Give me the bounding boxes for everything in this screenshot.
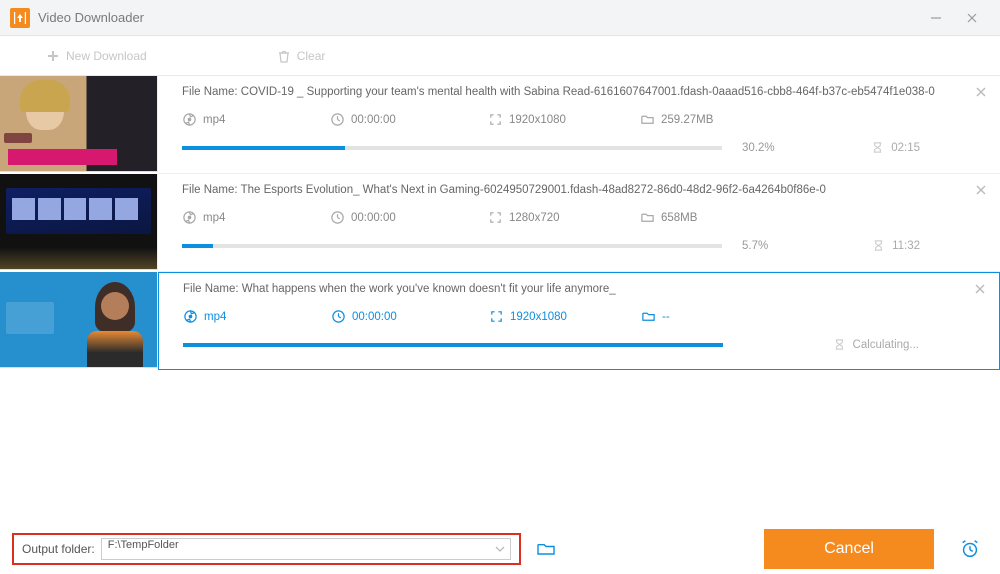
alarm-button[interactable] xyxy=(952,531,988,567)
filesize-meta: -- xyxy=(641,309,791,324)
percent-label: 5.7% xyxy=(742,240,792,252)
meta-row: mp4 00:00:00 1280x720 658MB xyxy=(182,210,980,225)
eta-meta: Calculating... xyxy=(833,338,919,351)
close-button[interactable] xyxy=(954,6,990,30)
new-download-button[interactable]: New Download xyxy=(46,49,147,63)
browse-folder-button[interactable] xyxy=(535,538,557,560)
meta-row: mp4 00:00:00 1920x1080 259.27MB xyxy=(182,112,980,127)
format-meta: mp4 xyxy=(183,309,323,324)
filesize-meta: 658MB xyxy=(640,210,790,225)
clear-button[interactable]: Clear xyxy=(277,49,326,63)
filename-label: File Name: What happens when the work yo… xyxy=(183,283,979,295)
progress-bar xyxy=(182,146,722,150)
thumbnail xyxy=(0,174,158,270)
format-meta: mp4 xyxy=(182,112,322,127)
progress-fill xyxy=(182,146,345,150)
resolution-meta: 1920x1080 xyxy=(489,309,633,324)
resolution-meta: 1280x720 xyxy=(488,210,632,225)
filename-label: File Name: The Esports Evolution_ What's… xyxy=(182,184,980,196)
bottom-bar: Output folder: F:\TempFolder Cancel xyxy=(0,524,1000,574)
duration-meta: 00:00:00 xyxy=(331,309,481,324)
download-item-body: File Name: What happens when the work yo… xyxy=(158,272,1000,370)
thumbnail xyxy=(0,272,158,368)
filesize-meta: 259.27MB xyxy=(640,112,790,127)
progress-row: Calculating... xyxy=(183,338,979,351)
output-folder-box: Output folder: F:\TempFolder xyxy=(12,533,521,565)
cancel-button[interactable]: Cancel xyxy=(764,529,934,569)
progress-row: 30.2% 02:15 xyxy=(182,141,980,154)
minimize-button[interactable] xyxy=(918,6,954,30)
titlebar: Video Downloader xyxy=(0,0,1000,36)
download-item-body: File Name: COVID-19 _ Supporting your te… xyxy=(158,76,1000,174)
thumbnail xyxy=(0,76,158,172)
app-title: Video Downloader xyxy=(38,10,144,25)
remove-item-button[interactable] xyxy=(975,283,985,297)
remove-item-button[interactable] xyxy=(976,86,986,100)
download-item-body: File Name: The Esports Evolution_ What's… xyxy=(158,174,1000,272)
format-meta: mp4 xyxy=(182,210,322,225)
eta-meta: 11:32 xyxy=(872,239,920,252)
toolbar: New Download Clear xyxy=(0,36,1000,76)
progress-fill xyxy=(183,343,723,347)
download-item[interactable]: File Name: COVID-19 _ Supporting your te… xyxy=(0,76,1000,174)
dropdown-arrow-icon xyxy=(492,541,508,557)
remove-item-button[interactable] xyxy=(976,184,986,198)
eta-meta: 02:15 xyxy=(871,141,920,154)
resolution-meta: 1920x1080 xyxy=(488,112,632,127)
clear-label: Clear xyxy=(297,49,326,63)
output-folder-input[interactable]: F:\TempFolder xyxy=(101,538,511,560)
app-icon xyxy=(10,8,30,28)
download-item[interactable]: File Name: What happens when the work yo… xyxy=(0,272,1000,370)
progress-bar xyxy=(182,244,722,248)
meta-row: mp4 00:00:00 1920x1080 -- xyxy=(183,309,979,324)
progress-row: 5.7% 11:32 xyxy=(182,239,980,252)
output-folder-value: F:\TempFolder xyxy=(108,539,179,551)
download-item[interactable]: File Name: The Esports Evolution_ What's… xyxy=(0,174,1000,272)
progress-bar xyxy=(183,343,723,347)
output-folder-label: Output folder: xyxy=(22,542,95,556)
duration-meta: 00:00:00 xyxy=(330,112,480,127)
download-list: File Name: COVID-19 _ Supporting your te… xyxy=(0,76,1000,524)
filename-label: File Name: COVID-19 _ Supporting your te… xyxy=(182,86,980,98)
progress-fill xyxy=(182,244,213,248)
percent-label: 30.2% xyxy=(742,142,792,154)
duration-meta: 00:00:00 xyxy=(330,210,480,225)
new-download-label: New Download xyxy=(66,49,147,63)
